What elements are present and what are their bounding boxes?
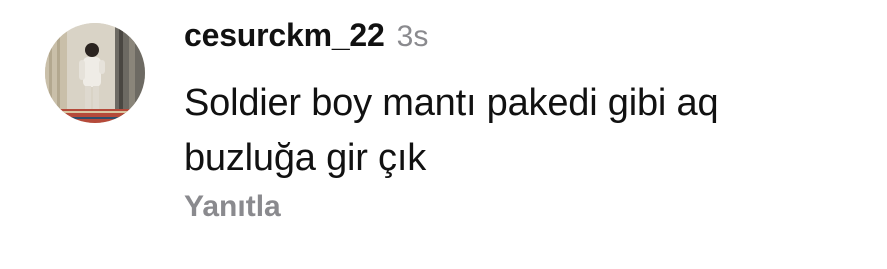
comment-text-line: Soldier boy mantı pakedi gibi aq [184,82,719,124]
reply-button[interactable]: Yanıtla [184,190,281,224]
comment-text-line: buzluğa gir çık [184,137,427,179]
username[interactable]: cesurckm_22 [184,17,385,54]
comment-header: cesurckm_22 3s [184,17,428,61]
avatar[interactable] [45,23,145,123]
comment-item: cesurckm_22 3s Soldier boy mantı pakedi … [0,0,887,269]
user-avatar-icon [45,23,145,123]
comment-text: Soldier boy mantı pakedi gibi aq buzluğa… [184,76,854,186]
timestamp: 3s [396,20,429,53]
